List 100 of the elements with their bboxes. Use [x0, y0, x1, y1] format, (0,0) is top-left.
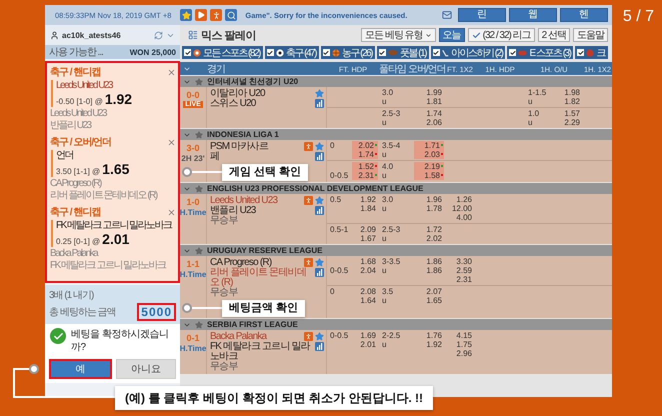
odds-cell[interactable]: 1.86 [413, 266, 445, 275]
bet-line: 3.50 [1-1] @ [56, 167, 100, 176]
odds-cell[interactable]: 12.00 [445, 204, 475, 213]
odds-cell[interactable]: 1.64 [351, 296, 379, 305]
star-icon[interactable] [315, 258, 324, 267]
odds-cell[interactable]: 1.98 [555, 88, 583, 97]
odds-cell[interactable]: 1.99 [413, 88, 445, 97]
star-icon[interactable] [195, 320, 203, 328]
odds-cell[interactable]: 4.15 [445, 331, 475, 340]
star-icon[interactable] [195, 130, 203, 138]
today-button[interactable]: 오늘 [438, 28, 465, 42]
odds-cell[interactable]: 1.57 [555, 109, 583, 118]
odds-cell[interactable]: 1.84 [351, 204, 379, 213]
away-team: 반플리 U23 [50, 120, 92, 132]
odds-cell[interactable]: 1.82 [555, 97, 583, 106]
bar-chart-icon[interactable] [315, 99, 324, 108]
odds-cell[interactable]: 2.31 [352, 171, 378, 180]
callout-label: 게임 선택 확인 [222, 164, 308, 181]
odds-cell[interactable]: 2.31 [445, 275, 475, 284]
star-icon[interactable] [315, 142, 324, 151]
odds-cell[interactable]: 1.72 [413, 225, 445, 234]
sport-tab[interactable]: 크 [575, 46, 608, 59]
odds-cell[interactable]: 1.96 [413, 195, 445, 204]
line-cell-text: 0 [329, 141, 336, 150]
odds-cell[interactable]: 2.08 [351, 287, 379, 296]
odds-cell[interactable]: 2.96 [445, 349, 475, 358]
odds-cell[interactable]: 1.65 [413, 296, 445, 305]
league-filter-button[interactable]: (32 / 32) 리그 [468, 28, 535, 42]
odds-cell[interactable]: 1.74 [413, 109, 445, 118]
total-stake-label: 총 베팅하는 금액 [49, 306, 116, 319]
bar-chart-icon[interactable] [315, 206, 324, 215]
soccer-ball-icon [276, 48, 284, 56]
odds-cell[interactable]: 2.02 [413, 234, 445, 243]
odds-cell[interactable]: 2.29 [555, 118, 583, 127]
star-icon[interactable] [195, 184, 203, 192]
sport-tab[interactable]: 농구 (26) [320, 46, 375, 59]
odds-cell[interactable]: 1.71 [414, 141, 444, 150]
top-button[interactable]: 헨 [560, 8, 608, 22]
close-icon[interactable] [167, 208, 176, 217]
star-icon[interactable] [195, 246, 203, 254]
bar-chart-icon[interactable] [315, 268, 324, 277]
star-icon[interactable] [315, 89, 324, 98]
odds-cell[interactable]: 1.86 [413, 257, 445, 266]
checkbox[interactable] [378, 49, 386, 56]
close-icon[interactable] [167, 138, 176, 147]
sport-tab[interactable]: 축구 (47) [264, 46, 319, 59]
odds-cell[interactable]: 2.06 [413, 118, 445, 127]
refresh-icon[interactable] [154, 30, 163, 40]
checkbox[interactable] [184, 49, 191, 56]
bar-chart-icon[interactable] [315, 342, 324, 351]
top-button[interactable]: 린 [458, 8, 506, 22]
odds-cell[interactable]: 1.74 [352, 150, 378, 159]
checkbox[interactable] [432, 49, 440, 56]
odds-cell[interactable]: 4.00 [445, 213, 475, 222]
odds-cell[interactable]: 1.78 [413, 204, 445, 213]
close-icon[interactable] [167, 68, 176, 77]
odds-cell[interactable]: 1.68 [351, 257, 379, 266]
odds-cell[interactable]: 2.02 [352, 141, 378, 150]
sport-tab[interactable]: E 스포츠 (3) [507, 46, 574, 59]
star-icon[interactable] [315, 332, 324, 341]
odds-cell[interactable]: 1.75 [445, 340, 475, 349]
sport-tab[interactable]: 모든 스포츠 (82) [182, 46, 263, 59]
odds-cell[interactable]: 1.92 [413, 340, 445, 349]
match-status: H.Time [180, 344, 206, 353]
bet-type-dropdown[interactable]: 모든 베팅 유형 [361, 28, 436, 42]
odds-cell[interactable]: 2.01 [351, 340, 379, 349]
odds-cell[interactable]: 2.03 [414, 150, 444, 159]
no-button[interactable]: 아니요 [116, 359, 176, 379]
odds-cell[interactable]: 2.07 [413, 287, 445, 296]
checkbox[interactable] [322, 49, 330, 56]
play-icon[interactable] [195, 9, 208, 21]
line-cell-text: 1.0 [527, 109, 540, 118]
checkbox[interactable] [577, 49, 584, 56]
top-button[interactable]: 웹 [509, 8, 557, 22]
bar-chart-icon[interactable] [315, 152, 324, 161]
odds-cell[interactable]: 1.52 [352, 162, 378, 171]
star-icon[interactable] [180, 9, 192, 21]
odds-cell[interactable]: 1.69 [351, 331, 379, 340]
odds-cell[interactable]: 1.81 [413, 97, 445, 106]
odds-cell[interactable]: 2.04 [351, 266, 379, 275]
checkbox[interactable] [509, 49, 516, 56]
yes-button[interactable]: 예 [49, 359, 112, 379]
odds-cell[interactable]: 2.59 [445, 266, 475, 275]
help-button[interactable]: 도움말 [573, 28, 608, 42]
odds-cell[interactable]: 1.67 [351, 234, 379, 243]
star-icon[interactable] [315, 196, 324, 205]
selection-button[interactable]: 2 선택 [538, 28, 570, 42]
mail-icon[interactable] [442, 10, 452, 20]
odds-cell[interactable]: 1.92 [351, 195, 379, 204]
search-icon[interactable] [225, 9, 238, 21]
star-icon[interactable] [195, 78, 203, 86]
odds-cell[interactable]: 2.19 [414, 162, 444, 171]
odds-cell[interactable]: 3.30 [445, 257, 475, 266]
odds-cell[interactable]: 1.58 [414, 171, 444, 180]
odds-cell[interactable]: 2.09 [351, 225, 379, 234]
sport-tab[interactable]: 풋볼 (1) [376, 46, 429, 59]
odds-cell[interactable]: 1.26 [445, 195, 475, 204]
odds-cell[interactable]: 1.76 [413, 331, 445, 340]
checkbox[interactable] [266, 49, 274, 56]
sport-tab[interactable]: 아이스하키 (2) [430, 46, 506, 59]
